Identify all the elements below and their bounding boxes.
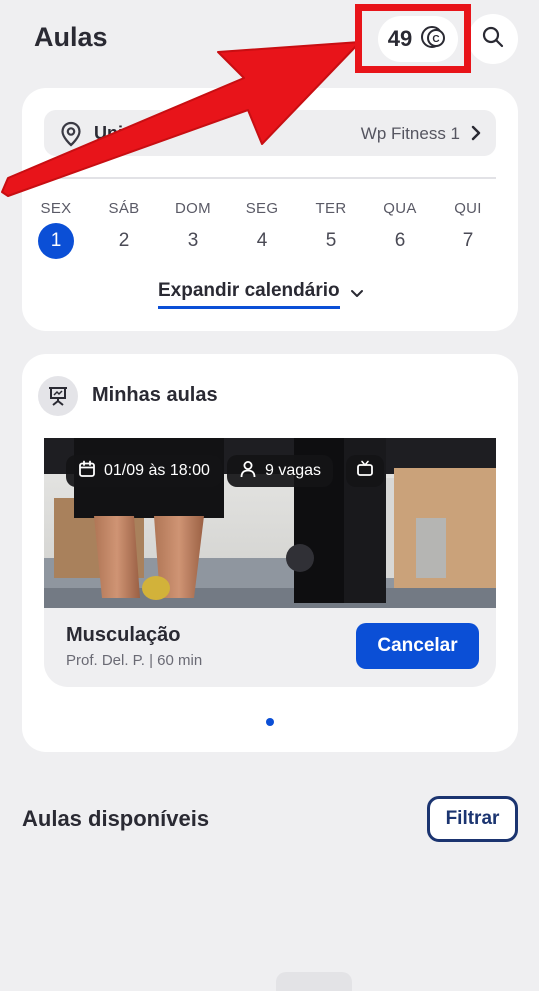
calendar-day-3[interactable]: DOM 3: [168, 200, 218, 259]
day-number: 6: [394, 230, 406, 251]
calendar-day-5[interactable]: TER 5: [306, 200, 356, 259]
my-classes-card: Minhas aulas 01/09 às 18:00 9 vagas Musc…: [22, 354, 518, 752]
class-card[interactable]: 01/09 às 18:00 9 vagas Musculação Prof.: [44, 438, 496, 687]
datetime-chip: 01/09 às 18:00: [66, 455, 222, 487]
unit-label: Unidade: [94, 123, 166, 143]
page-title: Aulas: [34, 22, 108, 52]
calendar-day-7[interactable]: QUI 7: [443, 200, 493, 259]
day-name: SÁB: [108, 200, 140, 217]
tv-icon: [356, 460, 374, 483]
class-spots: 9 vagas: [265, 462, 322, 479]
divider: [44, 177, 496, 179]
available-classes-title: Aulas disponíveis: [22, 806, 210, 831]
section-title: Minhas aulas: [92, 384, 218, 406]
search-icon: [481, 25, 505, 54]
day-name: QUI: [454, 200, 482, 217]
day-number: 5: [325, 230, 337, 251]
day-name: SEX: [40, 200, 72, 217]
unit-value: Wp Fitness 1: [360, 124, 460, 143]
day-number: 2: [118, 230, 130, 251]
presentation-icon: [38, 376, 78, 416]
calendar-day-4[interactable]: SEG 4: [237, 200, 287, 259]
day-name: QUA: [383, 200, 417, 217]
day-number: 4: [256, 230, 268, 251]
calendar-day-6[interactable]: QUA 6: [375, 200, 425, 259]
search-button[interactable]: [468, 14, 518, 64]
calendar-card: Unidade Wp Fitness 1 SEX 1 SÁB 2 DOM 3 S…: [22, 88, 518, 331]
tv-chip: [346, 455, 384, 487]
class-name: Musculação: [66, 624, 181, 646]
calendar-day-2[interactable]: SÁB 2: [99, 200, 149, 259]
location-pin-icon: [60, 121, 82, 152]
person-icon: [239, 460, 257, 483]
calendar-day-1[interactable]: SEX 1: [31, 200, 81, 259]
day-number: 3: [187, 230, 199, 251]
chevron-right-icon: [470, 125, 482, 146]
day-name: DOM: [175, 200, 211, 217]
day-number-selected: 1: [38, 223, 74, 259]
bottom-handle: [276, 972, 352, 991]
day-name: TER: [315, 200, 347, 217]
expand-calendar-label: Expandir calendário: [158, 280, 340, 309]
day-number: 7: [462, 230, 474, 251]
pager-dot-active[interactable]: [266, 718, 274, 726]
spots-chip: 9 vagas: [227, 455, 334, 487]
expand-calendar-button[interactable]: Expandir calendário: [158, 280, 364, 312]
calendar-icon: [78, 460, 96, 483]
day-name: SEG: [245, 200, 279, 217]
filter-button[interactable]: Filtrar: [427, 796, 518, 842]
class-meta: Prof. Del. P. | 60 min: [66, 652, 203, 669]
cancel-button[interactable]: Cancelar: [356, 623, 479, 669]
annotation-highlight-box: [355, 4, 471, 73]
class-datetime: 01/09 às 18:00: [104, 462, 210, 479]
chevron-down-icon: [350, 286, 364, 304]
unit-selector[interactable]: Unidade Wp Fitness 1: [44, 110, 496, 156]
